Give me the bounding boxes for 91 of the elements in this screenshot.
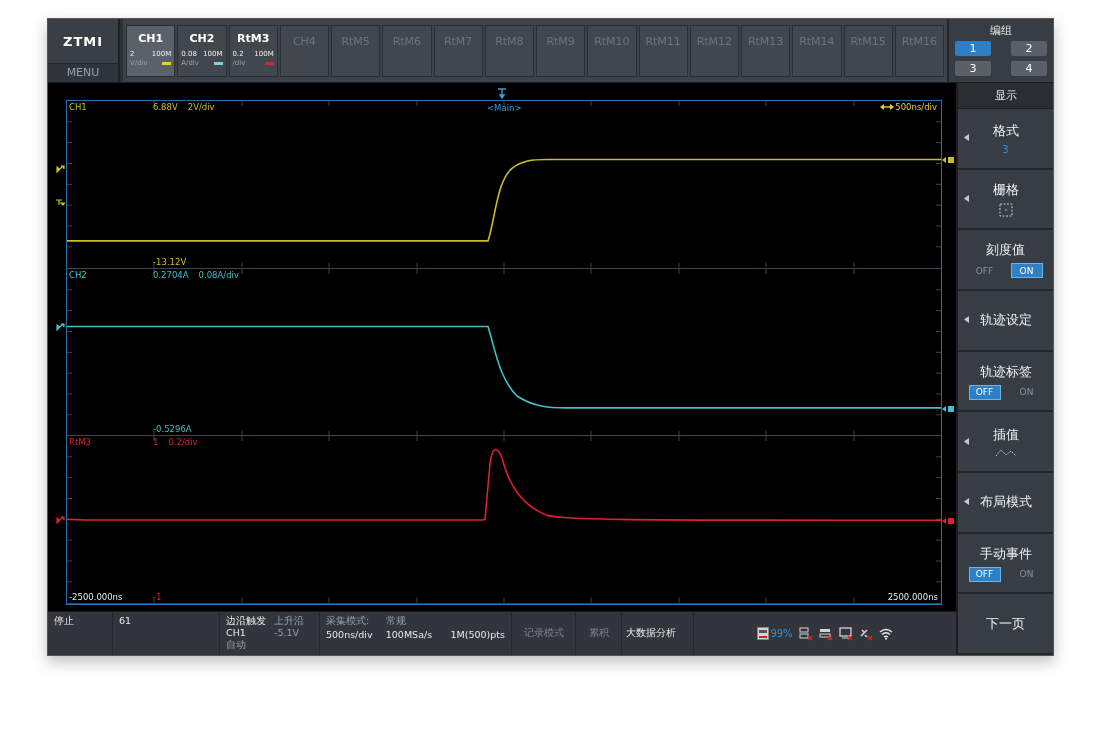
toggle-option[interactable]: OFF	[968, 384, 1001, 400]
interpolation-wave-icon	[994, 447, 1017, 458]
waveform-count: 61	[113, 612, 220, 655]
acquisition-timebase: 500ns/div	[326, 629, 374, 640]
ground-marker-icon	[56, 164, 65, 173]
side-menu-item[interactable]: 轨迹设定	[958, 291, 1053, 352]
trace-end-marker-icon	[942, 404, 954, 413]
trace-scale: 0.08A/div	[198, 268, 239, 281]
trace-end-marker-icon	[942, 156, 954, 164]
group-button[interactable]: 1	[955, 41, 991, 56]
side-menu-item[interactable]: 刻度值 OFF ON	[958, 230, 1053, 291]
trigger-mode: 自动	[226, 639, 247, 651]
left-caret-icon	[964, 437, 969, 445]
trace-value: 0.2704A	[153, 268, 189, 281]
group-button[interactable]: 2	[1011, 41, 1047, 56]
storage-drive-icon	[757, 627, 770, 640]
acquisition-label: 采集模式:	[326, 615, 371, 628]
trigger-level-icon	[56, 199, 65, 206]
side-menu-item[interactable]: 布局模式	[958, 473, 1053, 534]
menu-item-label: 刻度值	[986, 241, 1025, 260]
menu-item-label: 布局模式	[979, 493, 1032, 512]
menu-item-label: 下一页	[986, 614, 1025, 633]
ground-marker-icon	[56, 515, 65, 525]
trace-value: 6.88V	[153, 101, 178, 113]
ground-marker-icon	[56, 321, 65, 331]
acquisition-panel[interactable]: 采集模式: 常规 500ns/div 100MSa/s 1M(500)pts	[320, 612, 512, 655]
trigger-source: CH1	[226, 627, 247, 639]
side-menu-item[interactable]: 手动事件 OFF ON	[958, 533, 1053, 595]
storage-percentage: 99%	[770, 628, 793, 639]
menu-item-label: 栅格	[992, 181, 1019, 199]
group-button[interactable]: 3	[955, 61, 991, 76]
satellite-disconnected-icon	[858, 626, 873, 641]
trigger-level: -5.1V	[274, 627, 301, 639]
group-button[interactable]: 4	[1011, 61, 1047, 76]
trigger-panel[interactable]: 边沿触发 CH1 自动 上升沿 -5.1V	[220, 612, 320, 655]
monitor-disconnected-icon	[838, 626, 853, 641]
menu-title: 显示	[958, 83, 1053, 109]
time-start-label: -2500.000ns	[69, 591, 124, 603]
left-caret-icon	[964, 134, 969, 142]
menu-item-label: 格式	[992, 121, 1019, 140]
trace-bottom-value: -0.5296A	[153, 423, 192, 436]
wifi-icon	[878, 627, 893, 640]
toggle-option[interactable]: ON	[1010, 263, 1043, 279]
channel-name: RtM3	[235, 31, 271, 47]
channel-name: CH2	[188, 31, 216, 47]
trace-scale: 0.2/div	[168, 436, 198, 449]
trigger-position-icon	[497, 88, 509, 99]
side-menu-item[interactable]: 格式 3	[958, 109, 1053, 170]
run-state: 停止	[48, 612, 113, 655]
group-title: 编组	[990, 23, 1012, 38]
logo-text: ZTMI	[61, 32, 105, 51]
status-button[interactable]: 大数据分析	[622, 612, 694, 655]
network-disconnected-icon	[818, 626, 833, 641]
trace-name: CH2	[69, 268, 88, 281]
memory-depth: 1M(500)pts	[450, 629, 505, 640]
network-disconnected-icon	[798, 626, 813, 641]
timebase-value: 500ns/div	[895, 101, 937, 113]
menu-button[interactable]: ZTMI MENU	[48, 19, 120, 82]
toggle-option[interactable]: OFF	[968, 263, 1001, 279]
acquisition-mode: 常规	[385, 615, 407, 628]
trace-value: 1	[153, 436, 159, 449]
left-caret-icon	[964, 195, 969, 202]
timebase-label: <Main>	[487, 102, 522, 114]
toggle-option[interactable]: ON	[1010, 566, 1043, 582]
time-end-label: 2500.000ns	[887, 591, 938, 603]
menu-item-value: 3	[1002, 143, 1009, 155]
menu-label: MENU	[48, 63, 118, 82]
trace-scale: 2V/div	[187, 101, 215, 113]
menu-item-label: 手动事件	[979, 544, 1032, 563]
side-menu-item[interactable]: 栅格	[958, 169, 1053, 231]
horizontal-arrows-icon	[880, 103, 895, 111]
sample-rate: 100MSa/s	[385, 629, 434, 640]
left-caret-icon	[964, 316, 969, 324]
toggle-option[interactable]: ON	[1010, 384, 1043, 400]
trigger-type: 边沿触发	[226, 615, 266, 627]
grid-icon	[998, 203, 1013, 217]
left-caret-icon	[964, 498, 969, 506]
menu-item-label: 插值	[992, 425, 1019, 444]
menu-item-label: 轨迹标签	[979, 362, 1032, 381]
side-menu-item[interactable]: 轨迹标签 OFF ON	[958, 351, 1053, 413]
trace-name: RtM3	[69, 436, 92, 449]
trigger-edge: 上升沿	[274, 615, 304, 627]
channel-name: CH1	[137, 31, 165, 47]
trace-end-marker-icon	[942, 517, 954, 526]
side-menu-item[interactable]: 插值	[958, 412, 1053, 474]
trace-bottom-value: -13.12V	[153, 255, 187, 268]
trace-name: CH1	[69, 101, 88, 113]
side-menu-item[interactable]: 下一页	[958, 594, 1053, 656]
toggle-option[interactable]: OFF	[968, 566, 1001, 582]
trace-bottom-value: -1	[153, 591, 162, 603]
menu-item-label: 轨迹设定	[979, 311, 1032, 330]
